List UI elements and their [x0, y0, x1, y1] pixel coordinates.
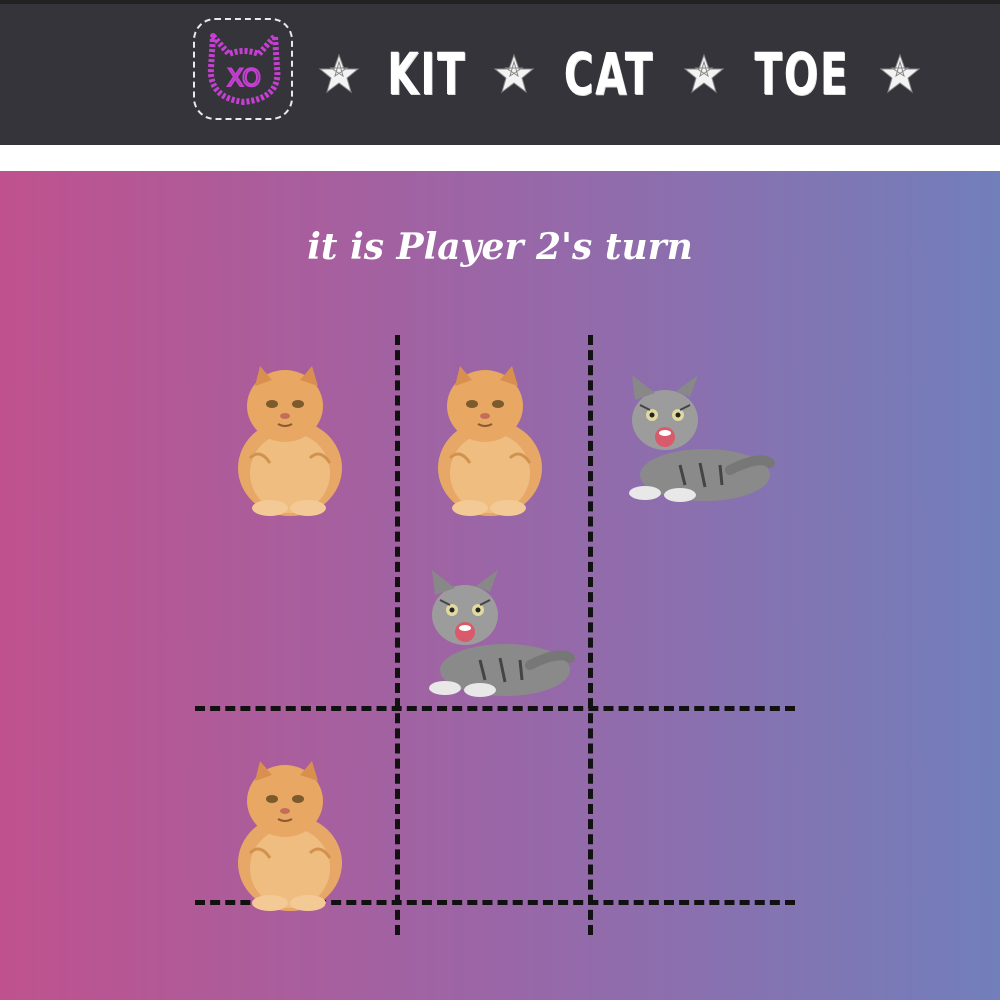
board-cell-1-1[interactable]	[395, 545, 595, 740]
turn-indicator: it is Player 2's turn	[307, 226, 693, 268]
pentagram-star-icon	[879, 53, 921, 94]
board-cell-2-0[interactable]	[195, 745, 395, 940]
persian-cat-icon	[238, 761, 342, 911]
board-cell-0-2[interactable]	[595, 350, 795, 545]
persian-cat-icon	[438, 366, 542, 516]
header-bar: XO KIT CAT TOE	[0, 0, 1000, 145]
board-cell-2-2[interactable]	[595, 745, 795, 940]
game-title: KIT CAT TOE	[318, 34, 921, 114]
logo[interactable]: XO	[193, 18, 293, 120]
board-cell-0-1[interactable]	[395, 350, 595, 545]
board-cell-2-1[interactable]	[395, 745, 595, 940]
game-area: it is Player 2's turn	[0, 171, 1000, 1000]
logo-text: XO	[227, 64, 261, 92]
title-word-cat: CAT	[564, 40, 655, 108]
board-cell-0-0[interactable]	[195, 350, 395, 545]
tabby-cat-icon	[629, 375, 775, 502]
tabby-cat-icon	[429, 570, 575, 697]
board-cell-1-2[interactable]	[595, 545, 795, 740]
title-word-toe: TOE	[754, 40, 850, 108]
board-cell-1-0[interactable]	[195, 545, 395, 740]
pentagram-star-icon	[318, 53, 360, 94]
pentagram-star-icon	[683, 53, 725, 94]
game-board	[195, 335, 795, 935]
pentagram-star-icon	[494, 53, 535, 94]
title-word-kit: KIT	[387, 40, 467, 108]
persian-cat-icon	[238, 366, 342, 516]
cat-xo-icon: XO	[207, 33, 281, 105]
